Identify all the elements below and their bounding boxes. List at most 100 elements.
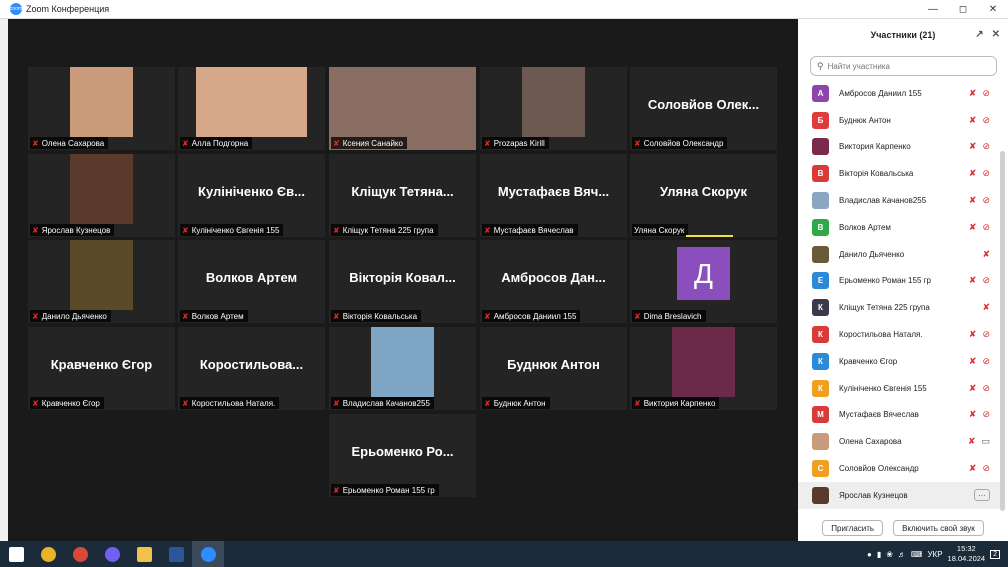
close-panel-icon[interactable]: ✕ bbox=[992, 29, 1000, 40]
word-taskbar-button[interactable] bbox=[160, 541, 192, 567]
chrome-taskbar-button[interactable] bbox=[32, 541, 64, 567]
unmute-self-button[interactable]: Включить свой звук bbox=[893, 520, 984, 536]
wifi-icon[interactable]: ❀ bbox=[886, 550, 893, 559]
mic-muted-icon: ✘ bbox=[968, 463, 977, 474]
mic-muted-icon: ✘ bbox=[333, 485, 340, 495]
participant-row[interactable]: Б Буднюк Антон ✘ ⊘ bbox=[798, 107, 1000, 134]
mic-muted-icon: ✘ bbox=[32, 398, 39, 408]
participant-row[interactable]: В Волков Артем ✘ ⊘ bbox=[798, 214, 1000, 241]
tile-display-name: Буднюк Антон bbox=[507, 357, 600, 372]
participant-name: Данило Дьяченко bbox=[839, 249, 905, 259]
tile-name-label: ✘ Dima Breslavich bbox=[632, 310, 706, 322]
video-off-icon: ⊘ bbox=[982, 168, 990, 179]
mic-muted-icon: ✘ bbox=[968, 114, 977, 125]
video-tile[interactable]: Д ✘ Dima Breslavich bbox=[630, 240, 777, 323]
participant-row[interactable]: В Вікторія Ковальська ✘ ⊘ bbox=[798, 160, 1000, 187]
participant-video bbox=[672, 327, 735, 397]
word-icon bbox=[168, 546, 184, 562]
video-tile[interactable]: Кулініченко Єв... ✘ Кулініченко Євгенія 15… bbox=[178, 154, 325, 237]
window-title: Zoom Конференция bbox=[26, 4, 110, 14]
tile-name-label: ✘ Вікторія Ковальська bbox=[331, 310, 422, 322]
battery-icon[interactable]: ▮ bbox=[877, 550, 881, 559]
participant-name: Ерьоменко Роман 155 гр bbox=[839, 276, 931, 286]
more-options-button[interactable]: ··· bbox=[974, 489, 990, 502]
participant-name: Данило Дьяченко bbox=[41, 311, 107, 321]
mic-muted-icon: ✘ bbox=[968, 275, 977, 286]
participant-row[interactable]: Е Ерьоменко Роман 155 гр ✘ ⊘ bbox=[798, 268, 1000, 295]
notification-icon[interactable]: 2 bbox=[990, 549, 1000, 559]
video-tile[interactable]: ✘ Данило Дьяченко bbox=[28, 240, 175, 323]
zoom-taskbar-button[interactable] bbox=[192, 541, 224, 567]
avatar bbox=[812, 433, 829, 451]
video-tile[interactable]: Кліщук Тетяна... ✘ Кліщук Тетяна 225 група bbox=[329, 154, 476, 237]
video-tile[interactable]: Амбросов Дан... ✘ Амбросов Даниил 155 bbox=[480, 240, 627, 323]
participant-row[interactable]: Владислав Качанов255 ✘ ⊘ bbox=[798, 187, 1000, 214]
participant-search[interactable]: ⚲ bbox=[810, 56, 997, 76]
keyboard-icon[interactable]: ⌨ bbox=[911, 550, 923, 559]
video-tile[interactable]: Буднюк Антон ✘ Буднюк Антон bbox=[480, 327, 627, 410]
popout-icon[interactable]: ↗ bbox=[975, 29, 983, 40]
participant-name: Мустафаєв Вячеслав bbox=[493, 225, 574, 235]
tile-name-label: ✘ Волков Артем bbox=[180, 310, 248, 322]
participant-row[interactable]: Данило Дьяченко ✘ bbox=[798, 241, 1000, 268]
video-tile[interactable]: Кравченко Єгор ✘ Кравченко Єгор bbox=[28, 327, 175, 410]
windows-start-taskbar-button[interactable] bbox=[0, 541, 32, 567]
invite-button[interactable]: Пригласить bbox=[822, 520, 884, 536]
video-tile[interactable]: ✘ Олена Сахарова bbox=[28, 67, 175, 150]
mic-muted-icon: ✘ bbox=[484, 398, 491, 408]
maximize-button[interactable]: ◻ bbox=[948, 0, 978, 19]
tile-display-name: Кравченко Єгор bbox=[50, 357, 153, 372]
windows-start-icon bbox=[8, 546, 24, 562]
clock[interactable]: 15:32 18.04.2024 bbox=[948, 544, 986, 564]
video-tile[interactable]: ✘ Ярослав Кузнецов bbox=[28, 154, 175, 237]
system-tray: ● ▮ ❀ ♬ ⌨ УКР 15:32 18.04.2024 2 bbox=[867, 541, 1008, 567]
participant-row[interactable]: Ярослав Кузнецов ··· bbox=[798, 481, 1000, 509]
tile-display-name: Коростильова... bbox=[199, 357, 304, 372]
mic-muted-icon: ✘ bbox=[634, 311, 641, 321]
mic-muted-icon: ✘ bbox=[32, 138, 39, 148]
mic-muted-icon: ✘ bbox=[484, 225, 491, 235]
tile-display-name: Соловйов Олек... bbox=[647, 97, 760, 112]
participant-name: Владислав Качанов255 bbox=[342, 398, 430, 408]
video-tile[interactable]: ✘ Виктория Карпенко bbox=[630, 327, 777, 410]
viber-taskbar-button[interactable] bbox=[96, 541, 128, 567]
video-tile[interactable]: Мустафаєв Вяч... ✘ Мустафаєв Вячеслав bbox=[480, 154, 627, 237]
tile-name-label: ✘ Мустафаєв Вячеслав bbox=[482, 224, 578, 236]
minimize-button[interactable]: — bbox=[918, 0, 948, 19]
participant-name: Волков Артем bbox=[191, 311, 244, 321]
video-tile[interactable]: ✘ Алла Подгорна bbox=[178, 67, 325, 150]
participant-row[interactable]: К Коростильова Наталя. ✘ ⊘ bbox=[798, 321, 1000, 348]
video-tile[interactable]: Уляна Скорук Уляна Скорук bbox=[630, 154, 777, 237]
participant-row[interactable]: К Кравченко Єгор ✘ ⊘ bbox=[798, 348, 1000, 375]
participant-row[interactable]: К Кулініченко Євгенія 155 ✘ ⊘ bbox=[798, 375, 1000, 402]
participant-row[interactable]: А Амбросов Даниил 155 ✘ ⊘ bbox=[798, 80, 1000, 107]
participant-row[interactable]: М Мустафаєв Вячеслав ✘ ⊘ bbox=[798, 402, 1000, 429]
video-tile[interactable]: ✘ Ксения Санайко bbox=[329, 67, 476, 150]
participant-row[interactable]: Виктория Карпенко ✘ ⊘ bbox=[798, 134, 1000, 161]
video-tile[interactable]: ✘ Prozapas Kirill bbox=[480, 67, 627, 150]
close-window-button[interactable]: ✕ bbox=[978, 0, 1008, 19]
chrome-alt-taskbar-button[interactable] bbox=[64, 541, 96, 567]
video-tile[interactable]: Вікторія Ковал... ✘ Вікторія Ковальська bbox=[329, 240, 476, 323]
participant-name: Вікторія Ковальська bbox=[342, 311, 418, 321]
video-tile[interactable]: ✘ Владислав Качанов255 bbox=[329, 327, 476, 410]
video-tile[interactable]: Ерьоменко Ро... ✘ Ерьоменко Роман 155 гр bbox=[329, 414, 476, 497]
mic-muted-icon: ✘ bbox=[982, 302, 990, 313]
mic-muted-icon: ✘ bbox=[967, 436, 976, 447]
video-tile[interactable]: Коростильова... ✘ Коростильова Наталя. bbox=[178, 327, 325, 410]
participant-row[interactable]: К Кліщук Тетяна 225 група ✘ bbox=[798, 294, 1000, 321]
volume-icon[interactable]: ♬ bbox=[898, 550, 906, 559]
participant-row[interactable]: С Соловйов Олександр ✘ ⊘ bbox=[798, 455, 1000, 482]
file-explorer-taskbar-button[interactable] bbox=[128, 541, 160, 567]
video-tile[interactable]: Соловйов Олек... ✘ Соловйов Олександр bbox=[630, 67, 777, 150]
participant-name: Кліщук Тетяна 225 група bbox=[342, 225, 434, 235]
participant-name: Виктория Карпенко bbox=[643, 398, 716, 408]
avatar-letter: Д bbox=[677, 247, 730, 300]
participant-row[interactable]: Олена Сахарова ✘ ▭ bbox=[798, 428, 1000, 455]
video-tile[interactable]: Волков Артем ✘ Волков Артем bbox=[178, 240, 325, 323]
participant-list-scrollbar[interactable] bbox=[1000, 151, 1005, 511]
network-icon[interactable]: ● bbox=[867, 550, 872, 559]
language-indicator[interactable]: УКР bbox=[927, 550, 942, 559]
avatar: В bbox=[812, 165, 829, 183]
search-input[interactable] bbox=[827, 61, 988, 71]
